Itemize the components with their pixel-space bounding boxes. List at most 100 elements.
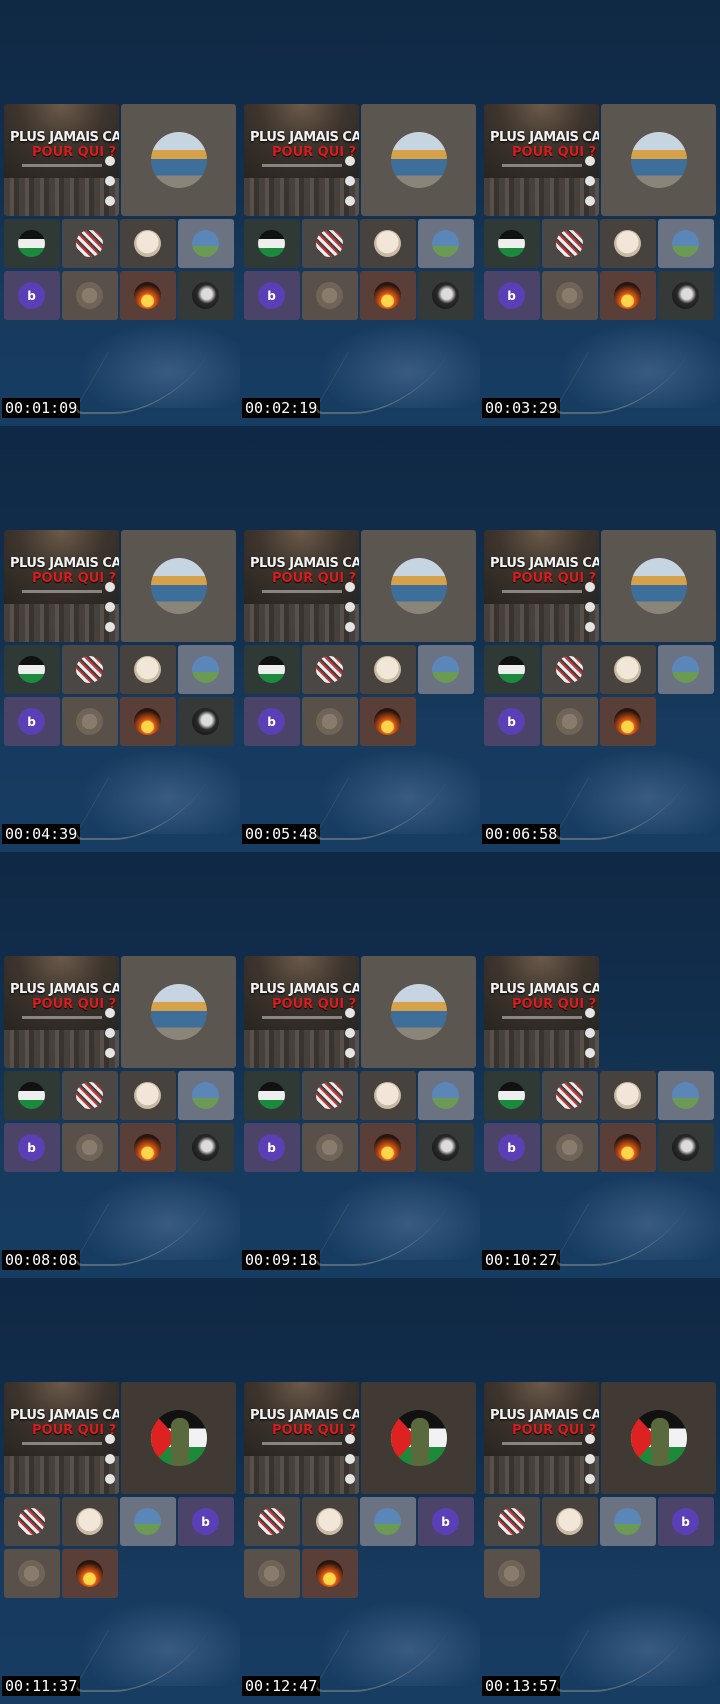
participant-tile[interactable] bbox=[4, 1549, 60, 1598]
participant-tile[interactable] bbox=[302, 1497, 358, 1546]
participant-tile[interactable] bbox=[484, 1071, 540, 1120]
participant-tile[interactable] bbox=[600, 1497, 656, 1546]
participant-tile[interactable] bbox=[302, 1123, 358, 1172]
participant-tile[interactable] bbox=[62, 645, 118, 694]
active-speaker-tile[interactable] bbox=[601, 1382, 716, 1494]
participant-tile[interactable]: b bbox=[484, 1123, 540, 1172]
participant-tile[interactable] bbox=[360, 271, 416, 320]
participant-tile[interactable] bbox=[244, 1497, 300, 1546]
participant-tile[interactable]: b bbox=[484, 271, 540, 320]
participant-tile[interactable] bbox=[418, 219, 474, 268]
active-speaker-tile[interactable] bbox=[601, 530, 716, 642]
active-speaker-tile[interactable] bbox=[601, 104, 716, 216]
screen-share-poster[interactable]: PLUS JAMAIS CA...POUR QUI ? bbox=[484, 956, 599, 1068]
participant-tile[interactable] bbox=[418, 645, 474, 694]
participant-tile[interactable] bbox=[360, 1123, 416, 1172]
participant-tile[interactable] bbox=[542, 1071, 598, 1120]
participant-tile[interactable] bbox=[600, 1071, 656, 1120]
participant-tile[interactable]: b bbox=[484, 697, 540, 746]
participant-tile[interactable]: b bbox=[418, 1497, 474, 1546]
participant-tile[interactable] bbox=[360, 645, 416, 694]
screen-share-poster[interactable]: PLUS JAMAIS CA...POUR QUI ? bbox=[4, 1382, 119, 1494]
participant-tile[interactable] bbox=[302, 271, 358, 320]
participant-tile[interactable] bbox=[542, 697, 598, 746]
participant-tile[interactable] bbox=[302, 697, 358, 746]
participant-tile[interactable]: b bbox=[244, 1123, 300, 1172]
participant-tile[interactable] bbox=[62, 271, 118, 320]
participant-tile[interactable] bbox=[120, 271, 176, 320]
participant-tile[interactable] bbox=[542, 271, 598, 320]
participant-tile[interactable]: b bbox=[4, 697, 60, 746]
screen-share-poster[interactable]: PLUS JAMAIS CA...POUR QUI ? bbox=[4, 104, 119, 216]
participant-tile[interactable] bbox=[484, 645, 540, 694]
participant-tile[interactable]: b bbox=[178, 1497, 234, 1546]
participant-tile[interactable] bbox=[120, 1497, 176, 1546]
participant-tile[interactable] bbox=[658, 219, 714, 268]
participant-tile[interactable] bbox=[4, 219, 60, 268]
screen-share-poster[interactable]: PLUS JAMAIS CA...POUR QUI ? bbox=[244, 530, 359, 642]
participant-tile[interactable] bbox=[244, 219, 300, 268]
participant-tile[interactable] bbox=[244, 1071, 300, 1120]
participant-tile[interactable] bbox=[178, 1123, 234, 1172]
participant-tile[interactable] bbox=[62, 219, 118, 268]
participant-tile[interactable] bbox=[600, 219, 656, 268]
participant-tile[interactable]: b bbox=[658, 1497, 714, 1546]
screen-share-poster[interactable]: PLUS JAMAIS CA...POUR QUI ? bbox=[4, 956, 119, 1068]
participant-tile[interactable] bbox=[62, 1497, 118, 1546]
screen-share-poster[interactable]: PLUS JAMAIS CA...POUR QUI ? bbox=[244, 104, 359, 216]
participant-tile[interactable] bbox=[62, 1071, 118, 1120]
participant-tile[interactable] bbox=[360, 219, 416, 268]
participant-tile[interactable] bbox=[418, 271, 474, 320]
participant-tile[interactable] bbox=[244, 1549, 300, 1598]
screen-share-poster[interactable]: PLUS JAMAIS CA...POUR QUI ? bbox=[484, 1382, 599, 1494]
participant-tile[interactable] bbox=[542, 1123, 598, 1172]
participant-tile[interactable] bbox=[4, 645, 60, 694]
participant-tile[interactable] bbox=[600, 271, 656, 320]
active-speaker-tile[interactable] bbox=[121, 956, 236, 1068]
participant-tile[interactable] bbox=[600, 1123, 656, 1172]
participant-tile[interactable] bbox=[418, 1123, 474, 1172]
active-speaker-tile[interactable] bbox=[121, 530, 236, 642]
participant-tile[interactable] bbox=[120, 645, 176, 694]
participant-tile[interactable] bbox=[178, 271, 234, 320]
participant-tile[interactable] bbox=[658, 271, 714, 320]
participant-tile[interactable] bbox=[484, 219, 540, 268]
active-speaker-tile[interactable] bbox=[121, 1382, 236, 1494]
participant-tile[interactable] bbox=[360, 1071, 416, 1120]
participant-tile[interactable] bbox=[600, 697, 656, 746]
participant-tile[interactable] bbox=[302, 1549, 358, 1598]
participant-tile[interactable] bbox=[120, 1123, 176, 1172]
active-speaker-tile[interactable] bbox=[361, 104, 476, 216]
participant-tile[interactable] bbox=[244, 645, 300, 694]
active-speaker-tile[interactable] bbox=[361, 1382, 476, 1494]
participant-tile[interactable] bbox=[360, 697, 416, 746]
active-speaker-tile[interactable] bbox=[361, 956, 476, 1068]
participant-tile[interactable] bbox=[178, 697, 234, 746]
participant-tile[interactable] bbox=[658, 645, 714, 694]
participant-tile[interactable] bbox=[178, 1071, 234, 1120]
participant-tile[interactable] bbox=[600, 645, 656, 694]
participant-tile[interactable] bbox=[302, 219, 358, 268]
participant-tile[interactable] bbox=[418, 1071, 474, 1120]
active-speaker-tile[interactable] bbox=[361, 530, 476, 642]
participant-tile[interactable] bbox=[542, 1497, 598, 1546]
participant-tile[interactable] bbox=[542, 645, 598, 694]
participant-tile[interactable] bbox=[120, 697, 176, 746]
participant-tile[interactable] bbox=[302, 645, 358, 694]
participant-tile[interactable] bbox=[120, 1071, 176, 1120]
screen-share-poster[interactable]: PLUS JAMAIS CA...POUR QUI ? bbox=[4, 530, 119, 642]
screen-share-poster[interactable]: PLUS JAMAIS CA...POUR QUI ? bbox=[244, 956, 359, 1068]
participant-tile[interactable] bbox=[658, 1123, 714, 1172]
screen-share-poster[interactable]: PLUS JAMAIS CA...POUR QUI ? bbox=[244, 1382, 359, 1494]
participant-tile[interactable] bbox=[4, 1071, 60, 1120]
participant-tile[interactable]: b bbox=[244, 697, 300, 746]
participant-tile[interactable] bbox=[484, 1497, 540, 1546]
participant-tile[interactable] bbox=[4, 1497, 60, 1546]
participant-tile[interactable] bbox=[178, 219, 234, 268]
participant-tile[interactable] bbox=[62, 1123, 118, 1172]
participant-tile[interactable] bbox=[360, 1497, 416, 1546]
participant-tile[interactable]: b bbox=[4, 1123, 60, 1172]
participant-tile[interactable]: b bbox=[4, 271, 60, 320]
participant-tile[interactable] bbox=[120, 219, 176, 268]
participant-tile[interactable] bbox=[658, 1071, 714, 1120]
